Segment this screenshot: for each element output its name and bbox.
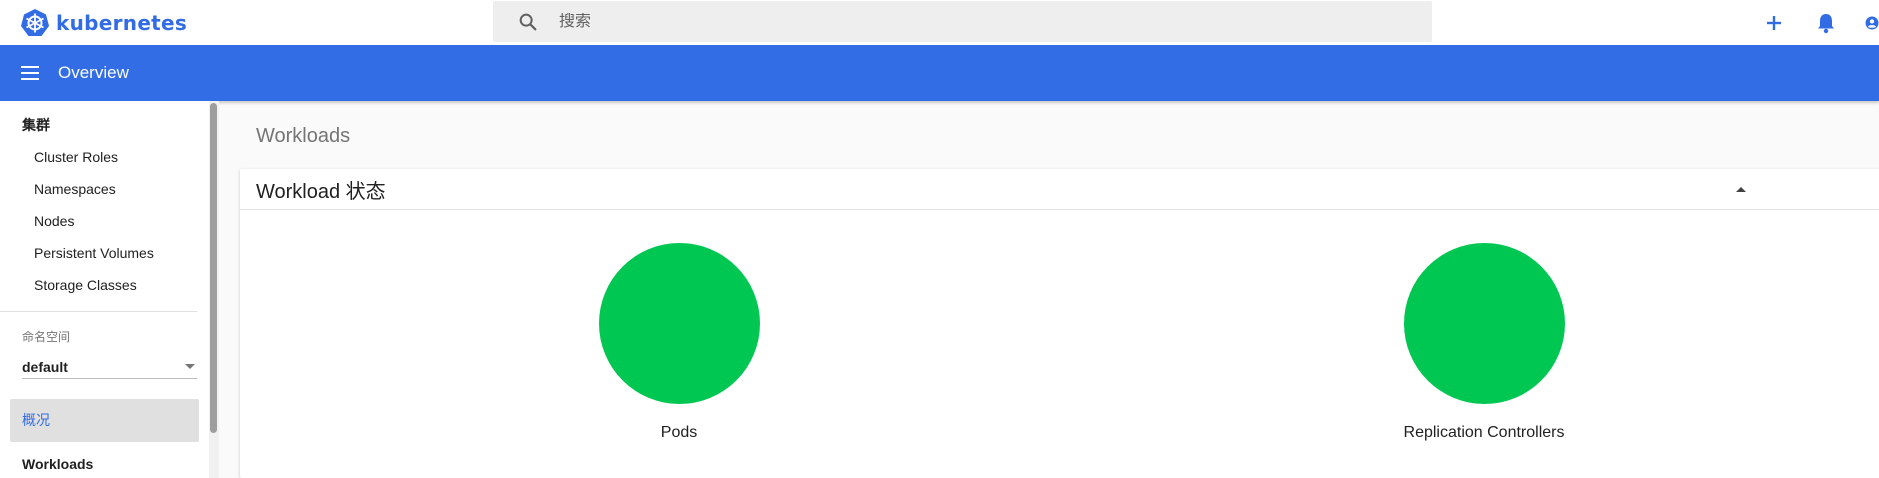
collapse-arrow-icon[interactable] bbox=[1736, 187, 1746, 192]
search-bar[interactable] bbox=[493, 1, 1432, 42]
page-toolbar: Overview bbox=[0, 45, 1879, 101]
bell-icon[interactable] bbox=[1813, 10, 1839, 36]
sidebar-scrollbar-thumb[interactable] bbox=[210, 103, 217, 433]
page-title: Overview bbox=[58, 63, 129, 82]
status-pods[interactable]: Pods bbox=[549, 243, 809, 442]
replication-controllers-status-circle bbox=[1403, 243, 1565, 404]
sidebar-item-namespaces[interactable]: Namespaces bbox=[0, 173, 209, 205]
section-title: Workloads bbox=[256, 125, 351, 147]
sidebar-item-persistent-volumes[interactable]: Persistent Volumes bbox=[0, 237, 209, 269]
top-bar: kubernetes bbox=[0, 0, 1879, 45]
namespace-select[interactable]: default bbox=[22, 355, 197, 379]
brand-name: kubernetes bbox=[56, 10, 188, 35]
top-actions bbox=[1735, 0, 1879, 45]
sidebar-item-overview[interactable]: 概况 bbox=[10, 399, 199, 442]
sidebar: 集群 Cluster Roles Namespaces Nodes Persis… bbox=[0, 101, 210, 478]
main-content: Workloads Workload 状态 Pods Replication C… bbox=[219, 101, 1879, 478]
namespace-label: 命名空间 bbox=[22, 330, 71, 344]
search-icon bbox=[517, 11, 539, 33]
add-icon[interactable] bbox=[1761, 10, 1787, 36]
status-replication-controllers[interactable]: Replication Controllers bbox=[1354, 243, 1614, 442]
card-header[interactable]: Workload 状态 bbox=[240, 169, 1879, 210]
search-input[interactable] bbox=[559, 12, 1359, 31]
menu-icon[interactable] bbox=[20, 65, 40, 81]
sidebar-section-cluster[interactable]: 集群 bbox=[0, 101, 209, 141]
sidebar-item-nodes[interactable]: Nodes bbox=[0, 205, 209, 237]
sidebar-item-workloads[interactable]: Workloads bbox=[0, 442, 209, 472]
sidebar-item-cluster-roles[interactable]: Cluster Roles bbox=[0, 141, 209, 173]
account-icon[interactable] bbox=[1865, 10, 1879, 36]
pods-status-circle bbox=[598, 243, 760, 404]
dropdown-arrow-icon bbox=[185, 364, 195, 369]
status-label: Pods bbox=[660, 424, 698, 441]
sidebar-item-storage-classes[interactable]: Storage Classes bbox=[0, 269, 209, 301]
workload-status-card: Workload 状态 Pods Replication Controllers bbox=[240, 169, 1879, 478]
namespace-value: default bbox=[22, 358, 68, 375]
status-label: Replication Controllers bbox=[1403, 424, 1565, 441]
kubernetes-logo[interactable]: kubernetes bbox=[20, 8, 187, 38]
card-title: Workload 状态 bbox=[256, 180, 386, 203]
kubernetes-wheel-icon bbox=[21, 8, 49, 36]
